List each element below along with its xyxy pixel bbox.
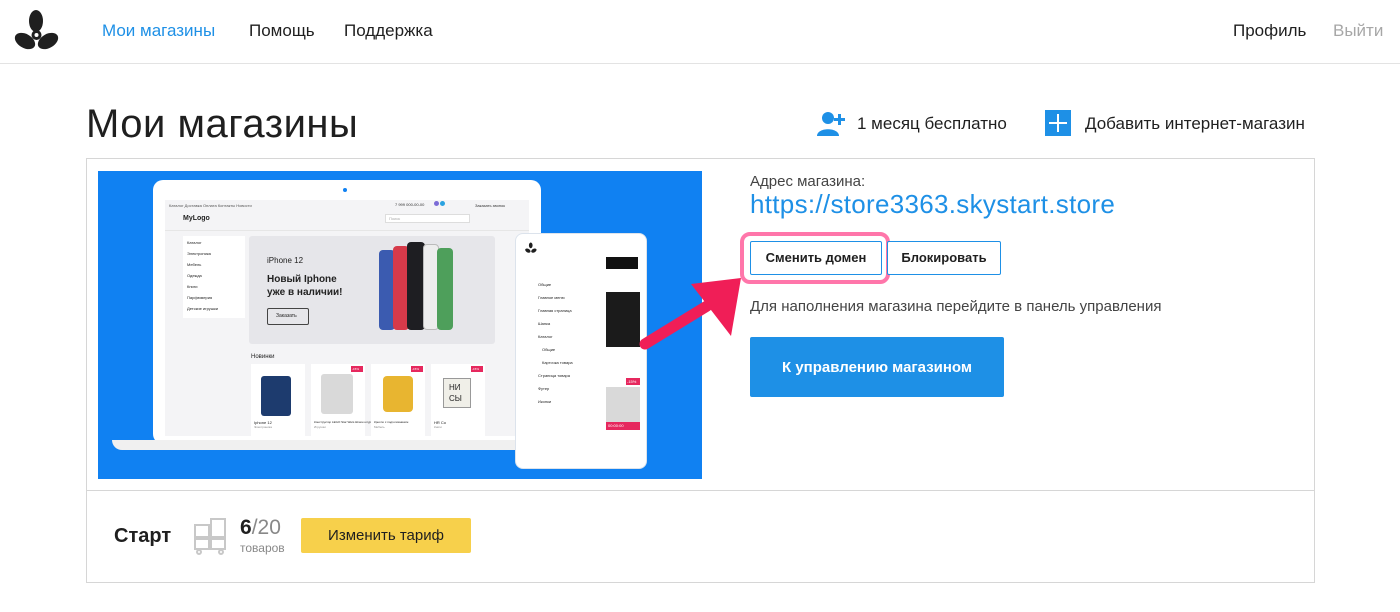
camera-dot	[343, 188, 347, 192]
preview-product-card: -15% Кресло с подголовником Мебель	[371, 364, 425, 436]
preview-product-image	[321, 374, 353, 414]
preview-category: Парфюмерия	[187, 295, 213, 300]
preview-product-image	[383, 376, 413, 412]
product-count-used: 6	[240, 516, 252, 539]
add-store-action[interactable]: Добавить интернет-магазин	[1045, 110, 1305, 138]
phone-timer-label: 00:00:00	[608, 423, 624, 428]
preview-header-divider	[165, 230, 529, 231]
top-nav: Мои магазины Помощь Поддержка Профиль Вы…	[0, 0, 1400, 64]
nav-logout[interactable]: Выйти	[1333, 20, 1383, 42]
preview-banner: iPhone 12 Новый Iphone уже в наличии! За…	[249, 236, 495, 344]
nav-profile[interactable]: Профиль	[1233, 20, 1306, 42]
manage-store-button[interactable]: К управлению магазином	[750, 337, 1004, 397]
preview-logo: MyLogo	[183, 215, 210, 222]
pointer-arrow-icon	[639, 278, 741, 350]
preview-sale-badge-label: -15%	[472, 367, 480, 371]
phone-product-image	[606, 387, 640, 425]
free-month-action[interactable]: 1 месяц бесплатно	[817, 110, 1007, 138]
preview-book-text: НИ	[449, 383, 461, 392]
phone-menu-item: Страница товара	[538, 373, 571, 378]
product-count-unit: товаров	[240, 541, 285, 555]
phone-mockup: Общие Главное меню Главная страница Шапк…	[515, 233, 647, 469]
boxes-icon	[194, 518, 226, 555]
phone-menu-item: Каталог	[538, 334, 553, 339]
add-store-label: Добавить интернет-магазин	[1085, 114, 1305, 133]
phone-header-block	[606, 257, 638, 269]
store-address-label: Адрес магазина:	[750, 173, 866, 190]
nav-help[interactable]: Помощь	[249, 20, 315, 42]
preview-banner-title: уже в наличии!	[267, 287, 343, 298]
change-tariff-button[interactable]: Изменить тариф	[301, 518, 471, 553]
laptop-mockup: Каталог Доставка Оплата Контакты Новости…	[153, 180, 541, 444]
preview-sale-badge-label: -15%	[352, 367, 360, 371]
store-preview-image[interactable]: Каталог Доставка Оплата Контакты Новости…	[98, 171, 702, 479]
plan-name: Старт	[114, 525, 172, 547]
phone-sale-badge-label: -15%	[627, 379, 637, 384]
plus-square-icon	[1045, 110, 1071, 136]
nav-my-stores[interactable]: Мои магазины	[102, 20, 215, 42]
preview-callback: Заказать звонок	[475, 203, 505, 208]
change-domain-button[interactable]: Сменить домен	[750, 241, 882, 275]
preview-category: Одежда	[187, 273, 202, 278]
preview-phone-number: 7 999 000-00-00	[395, 202, 425, 207]
telegram-icon	[440, 201, 445, 206]
preview-sale-badge: -15%	[411, 366, 423, 372]
preview-category: Детские игрушки	[187, 306, 218, 311]
preview-topnav: Каталог Доставка Оплата Контакты Новости	[169, 203, 252, 208]
phone-menu-item: Общие	[538, 282, 552, 287]
phone-timer: 00:00:00	[606, 422, 640, 430]
laptop-screen: Каталог Доставка Оплата Контакты Новости…	[165, 200, 529, 436]
preview-banner-button: Заказать	[267, 308, 309, 325]
messenger-icon	[434, 201, 439, 206]
preview-search-placeholder: Поиск	[389, 216, 401, 221]
preview-banner-title: Новый Iphone	[267, 274, 337, 285]
store-address-link[interactable]: https://store3363.skystart.store	[750, 189, 1115, 220]
page-title: Мои магазины	[86, 102, 359, 146]
preview-product-sub: Мебель	[374, 425, 385, 429]
preview-category: Электроника	[187, 251, 211, 256]
nav-support[interactable]: Поддержка	[344, 20, 433, 42]
preview-product-title: Кресло с подголовником	[374, 420, 409, 424]
preview-new-section: Новинки	[251, 354, 275, 360]
preview-product-card: НИ СЫ -15% HR Со Книги	[431, 364, 485, 436]
free-month-label: 1 месяц бесплатно	[857, 114, 1007, 133]
preview-search: Поиск	[385, 214, 470, 223]
phone-menu-item: Иконки	[538, 399, 552, 404]
preview-category-list: Каталог Электроника Мебель Одежда Книги …	[183, 236, 245, 318]
phone-sale-badge: -15%	[626, 378, 640, 385]
preview-banner-button-label: Заказать	[276, 313, 297, 319]
laptop-base	[112, 440, 582, 450]
fill-store-hint: Для наполнения магазина перейдите в пане…	[750, 298, 1162, 315]
phone-menu-item: Шапка	[538, 321, 551, 326]
preview-product-image	[261, 376, 291, 416]
preview-sale-badge-label: -15%	[412, 367, 420, 371]
preview-product-card: -15% Конструктор LEGO Star Wars Шлем шту…	[311, 364, 390, 436]
preview-product-sub: Игрушки	[314, 425, 326, 429]
preview-sale-badge: -15%	[471, 366, 483, 372]
preview-banner-brand: iPhone 12	[267, 256, 304, 265]
product-count-total: /20	[251, 516, 281, 539]
phone-menu-item: Карточка товара	[542, 360, 573, 365]
preview-category: Каталог	[187, 240, 202, 245]
card-divider	[87, 490, 1314, 491]
preview-category: Мебель	[187, 262, 202, 267]
phone-logo-icon	[525, 242, 537, 253]
store-card: Каталог Доставка Оплата Контакты Новости…	[86, 158, 1315, 583]
phone-menu-item: Футер	[538, 386, 550, 391]
propeller-logo-icon[interactable]	[14, 9, 60, 53]
preview-category: Книги	[187, 284, 198, 289]
preview-product-sub: Электроника	[254, 425, 272, 429]
preview-sale-badge: -15%	[351, 366, 363, 372]
preview-book-text: СЫ	[449, 394, 462, 403]
preview-product-image: НИ СЫ	[443, 378, 471, 408]
product-count: 6/20	[240, 516, 281, 540]
phone-menu-item: Главная страница	[538, 308, 572, 313]
preview-product-card: Iphone 12 Электроника	[251, 364, 305, 436]
add-user-icon	[817, 112, 845, 136]
phone-image-green	[437, 248, 453, 330]
preview-product-sub: Книги	[434, 425, 442, 429]
block-store-button[interactable]: Блокировать	[887, 241, 1001, 275]
phone-menu-item: Общие	[542, 347, 556, 352]
phone-menu-item: Главное меню	[538, 295, 565, 300]
